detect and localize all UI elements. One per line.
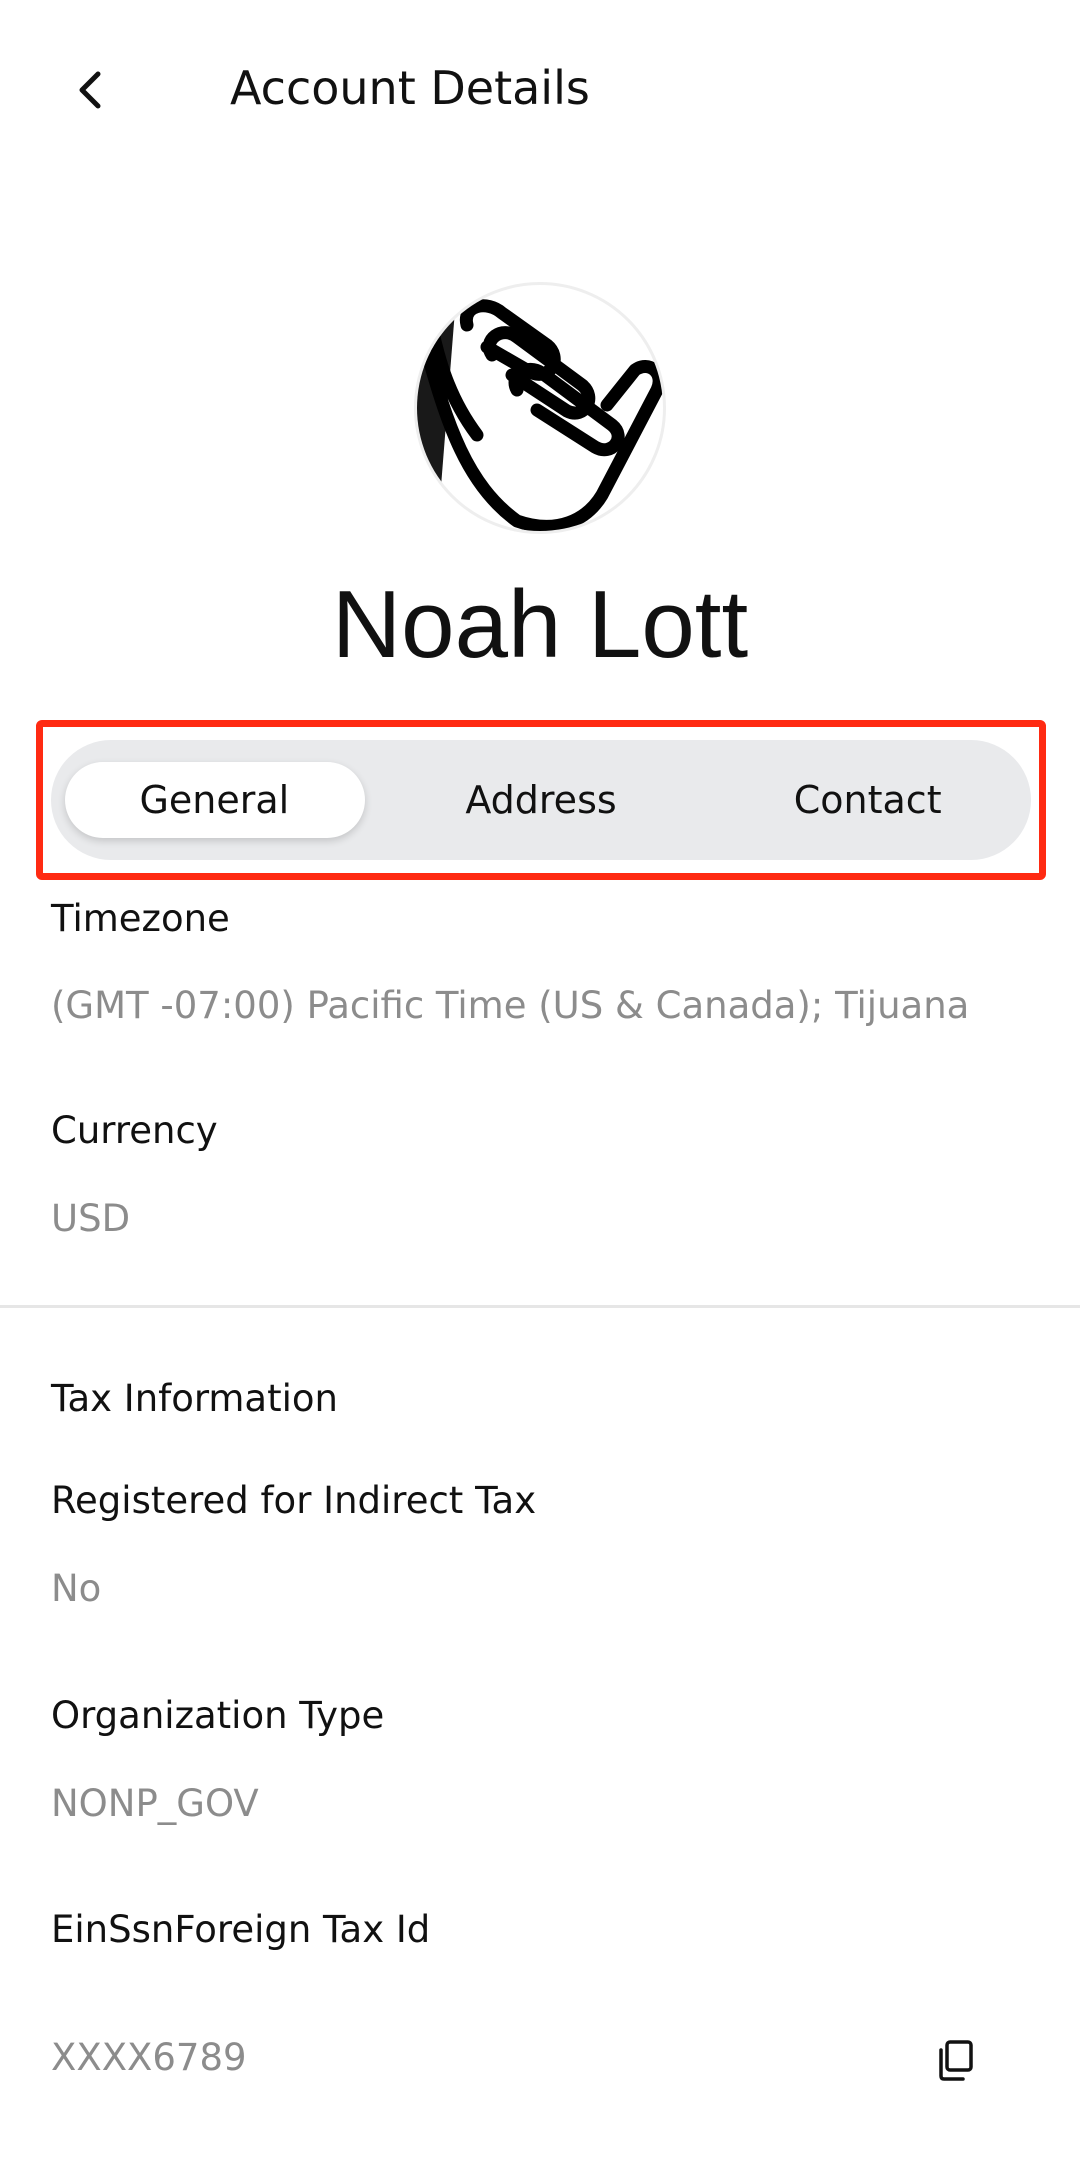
section-divider bbox=[0, 1305, 1080, 1308]
tax-id-value: XXXX6789 bbox=[51, 2036, 247, 2079]
avatar bbox=[414, 282, 666, 534]
back-button[interactable] bbox=[60, 50, 120, 130]
indirect-tax-label: Registered for Indirect Tax bbox=[51, 1479, 537, 1522]
organization-type-label: Organization Type bbox=[51, 1694, 385, 1737]
app-header: Account Details bbox=[0, 0, 1080, 180]
tax-id-label: EinSsnForeign Tax Id bbox=[51, 1908, 431, 1951]
currency-label: Currency bbox=[51, 1109, 218, 1152]
tab-general[interactable]: General bbox=[51, 740, 378, 860]
shaka-hand-icon bbox=[417, 285, 663, 531]
timezone-value: (GMT -07:00) Pacific Time (US & Canada);… bbox=[51, 984, 970, 1027]
currency-value: USD bbox=[51, 1197, 131, 1240]
page-title: Account Details bbox=[230, 61, 590, 115]
tab-contact-label: Contact bbox=[793, 778, 942, 822]
copy-icon bbox=[939, 2040, 973, 2081]
tab-address-label: Address bbox=[465, 778, 617, 822]
user-name: Noah Lott bbox=[331, 571, 749, 678]
timezone-label: Timezone bbox=[51, 897, 230, 940]
tax-section-title: Tax Information bbox=[51, 1377, 338, 1420]
tab-general-label: General bbox=[139, 778, 290, 822]
indirect-tax-value: No bbox=[51, 1567, 102, 1610]
tab-contact[interactable]: Contact bbox=[704, 740, 1031, 860]
copy-tax-id-button[interactable] bbox=[925, 2030, 985, 2090]
segmented-tabs: General Address Contact bbox=[51, 740, 1031, 860]
tab-address[interactable]: Address bbox=[378, 740, 705, 860]
chevron-left-icon bbox=[79, 71, 101, 109]
organization-type-value: NONP_GOV bbox=[51, 1782, 259, 1825]
